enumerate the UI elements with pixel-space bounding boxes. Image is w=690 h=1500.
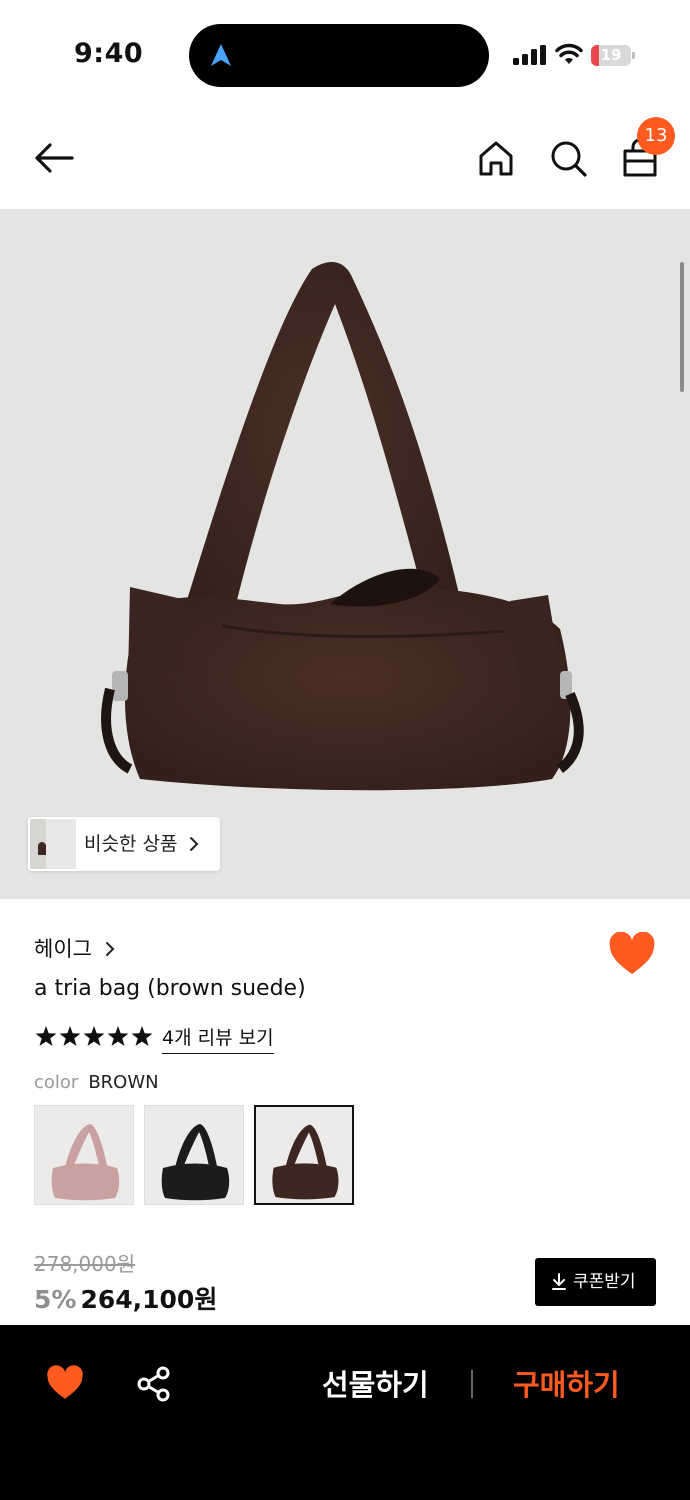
- search-icon[interactable]: [546, 136, 590, 180]
- color-value: BROWN: [88, 1072, 159, 1093]
- review-link[interactable]: 4개 리뷰 보기: [162, 1023, 274, 1054]
- brown-suede-bag-image: [101, 262, 584, 791]
- chevron-right-icon: [190, 837, 199, 851]
- brand-link[interactable]: 헤이그: [34, 933, 92, 963]
- dynamic-island: [189, 24, 489, 87]
- wifi-icon: [555, 43, 583, 64]
- arrow-left-icon[interactable]: [30, 138, 78, 178]
- swatch-black[interactable]: [144, 1105, 244, 1205]
- gift-button[interactable]: 선물하기: [322, 1365, 429, 1405]
- battery-level: 19: [600, 46, 622, 64]
- color-row: color BROWN: [34, 1072, 159, 1093]
- chevron-right-icon: [106, 942, 115, 956]
- similar-products-button[interactable]: 비슷한 상품: [28, 817, 220, 871]
- buy-button[interactable]: 구매하기: [513, 1365, 620, 1405]
- coupon-label: 쿠폰받기: [573, 1272, 636, 1292]
- star-icon: [107, 1026, 129, 1046]
- star-icon: [83, 1026, 105, 1046]
- star-icon: [59, 1026, 81, 1046]
- star-icon: [35, 1026, 57, 1046]
- top-navigation: [0, 110, 690, 208]
- original-price: 278,000원: [34, 1252, 136, 1276]
- heart-icon[interactable]: [608, 932, 656, 976]
- status-bar: 9:40 19: [0, 0, 690, 100]
- swatch-brown[interactable]: [254, 1105, 354, 1205]
- heart-icon[interactable]: [46, 1365, 84, 1401]
- divider: [471, 1370, 473, 1398]
- color-label: color: [34, 1072, 79, 1093]
- coupon-button[interactable]: 쿠폰받기: [535, 1258, 656, 1306]
- star-icon: [131, 1026, 153, 1046]
- product-image[interactable]: [0, 209, 690, 899]
- similar-product-thumbnail-2: [46, 819, 76, 869]
- swatch-pink[interactable]: [34, 1105, 134, 1205]
- status-time: 9:40: [74, 38, 144, 69]
- bottom-action-bar: 선물하기 구매하기: [0, 1325, 690, 1500]
- cart-count-badge: 13: [637, 117, 675, 155]
- navigation-arrow-icon: [211, 44, 231, 66]
- scroll-indicator: [680, 262, 684, 392]
- final-price: 264,100원: [80, 1285, 218, 1314]
- price-row: 5% 264,100원: [34, 1280, 217, 1316]
- rating-stars: [35, 1026, 153, 1046]
- product-name: a tria bag (brown suede): [34, 976, 306, 1001]
- discount-rate: 5%: [34, 1285, 77, 1314]
- download-icon: [552, 1273, 566, 1290]
- share-icon[interactable]: [135, 1365, 173, 1403]
- home-icon[interactable]: [474, 136, 518, 180]
- similar-products-label: 비슷한 상품: [84, 833, 178, 855]
- battery-icon: 19: [591, 45, 635, 66]
- cellular-signal-icon: [513, 45, 546, 65]
